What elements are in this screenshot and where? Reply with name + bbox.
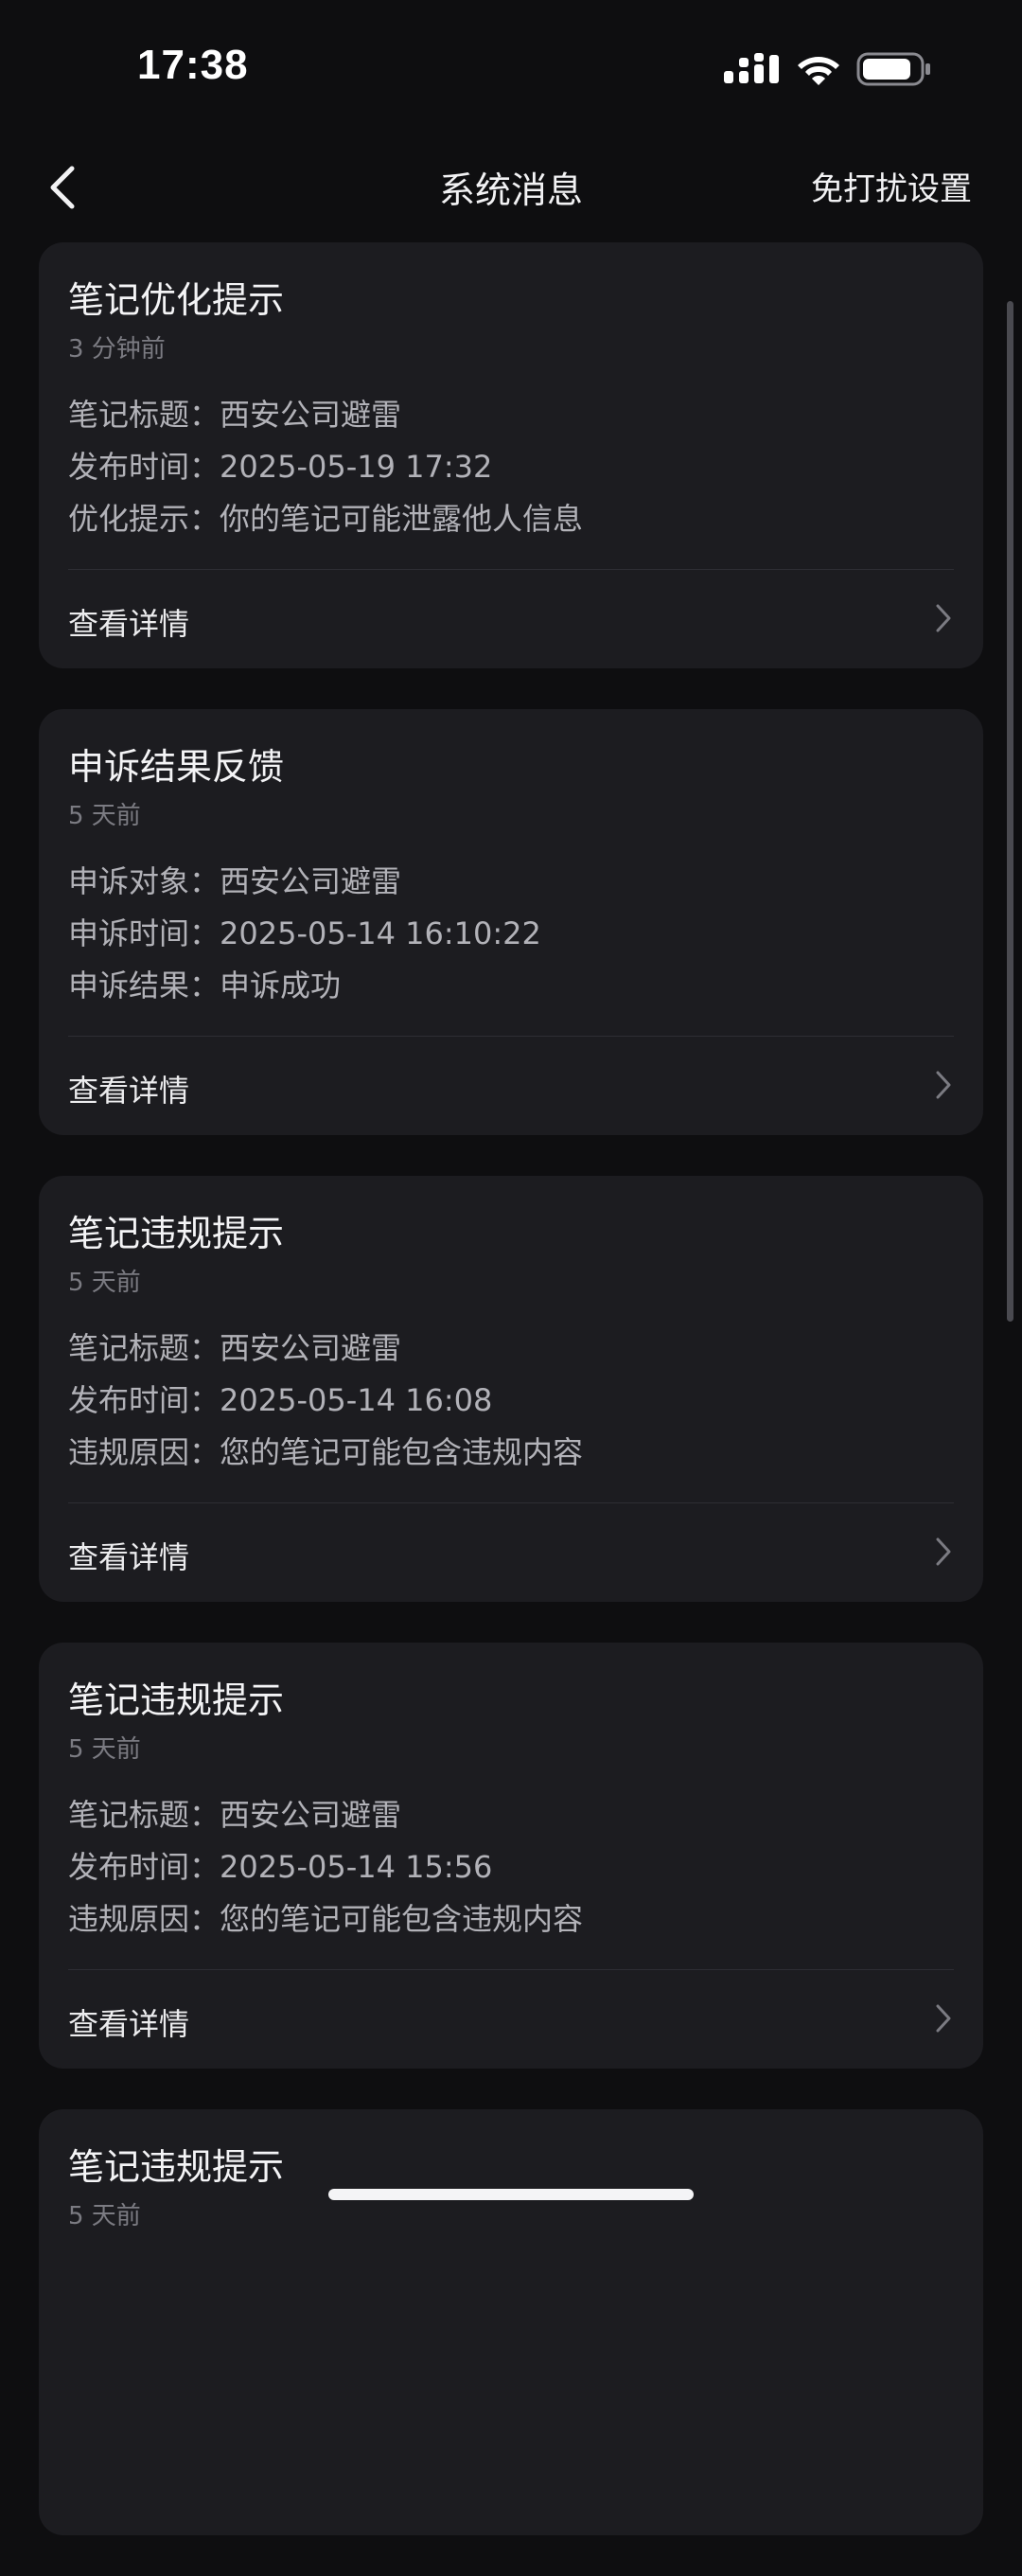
field-label: 申诉时间： xyxy=(68,915,220,951)
view-details-label: 查看详情 xyxy=(68,2006,190,2042)
field-value: 西安公司避雷 xyxy=(220,397,402,433)
field-label: 申诉结果： xyxy=(68,968,220,1004)
view-details-button[interactable]: 查看详情 xyxy=(39,1503,983,1602)
chevron-right-icon xyxy=(936,604,951,632)
field-label: 发布时间： xyxy=(68,449,220,485)
scrollbar[interactable] xyxy=(1007,301,1013,1322)
field-label: 发布时间： xyxy=(68,1849,220,1885)
message-field: 发布时间：2025-05-14 15:56 xyxy=(68,1843,492,1887)
message-card: 笔记违规提示 5 天前 笔记标题：西安公司避雷 发布时间：2025-05-14 … xyxy=(39,1643,983,2069)
view-details-button[interactable]: 查看详情 xyxy=(39,1970,983,2069)
message-field: 发布时间：2025-05-19 17:32 xyxy=(68,443,492,487)
view-details-label: 查看详情 xyxy=(68,1539,190,1575)
message-field: 笔记标题：西安公司避雷 xyxy=(68,1791,401,1835)
chevron-right-icon xyxy=(936,2004,951,2033)
field-value: 你的笔记可能泄露他人信息 xyxy=(220,501,584,537)
battery-icon xyxy=(856,52,930,86)
do-not-disturb-settings-button[interactable]: 免打扰设置 xyxy=(811,163,972,209)
nav-bar: 系统消息 免打扰设置 xyxy=(0,133,1022,237)
home-indicator[interactable] xyxy=(328,2189,694,2200)
field-value: 2025-05-14 16:08 xyxy=(220,1382,493,1418)
chevron-right-icon xyxy=(936,1071,951,1099)
field-label: 笔记标题： xyxy=(68,397,220,433)
message-field: 笔记标题：西安公司避雷 xyxy=(68,391,401,435)
view-details-label: 查看详情 xyxy=(68,606,190,642)
view-details-button[interactable]: 查看详情 xyxy=(39,1037,983,1135)
field-label: 发布时间： xyxy=(68,1382,220,1418)
message-time: 5 天前 xyxy=(68,802,141,830)
message-field: 优化提示：你的笔记可能泄露他人信息 xyxy=(68,495,583,539)
status-time: 17:38 xyxy=(137,42,249,88)
message-title: 笔记违规提示 xyxy=(68,1213,285,1254)
message-title: 申诉结果反馈 xyxy=(68,746,285,788)
view-details-label: 查看详情 xyxy=(68,1073,190,1109)
field-label: 笔记标题： xyxy=(68,1797,220,1833)
field-value: 您的笔记可能包含违规内容 xyxy=(220,1434,584,1470)
field-label: 优化提示： xyxy=(68,501,220,537)
field-value: 您的笔记可能包含违规内容 xyxy=(220,1901,584,1937)
message-field: 笔记标题：西安公司避雷 xyxy=(68,1324,401,1368)
message-card: 笔记违规提示 5 天前 笔记标题：西安公司避雷 发布时间：2025-05-14 … xyxy=(39,1176,983,1602)
message-card: 申诉结果反馈 5 天前 申诉对象：西安公司避雷 申诉时间：2025-05-14 … xyxy=(39,709,983,1135)
field-label: 申诉对象： xyxy=(68,863,220,899)
message-field: 申诉对象：西安公司避雷 xyxy=(68,858,401,901)
chevron-right-icon xyxy=(936,1537,951,1566)
field-label: 违规原因： xyxy=(68,1901,220,1937)
field-value: 西安公司避雷 xyxy=(220,1330,402,1366)
message-field: 发布时间：2025-05-14 16:08 xyxy=(68,1377,492,1420)
field-value: 西安公司避雷 xyxy=(220,1797,402,1833)
message-title: 笔记优化提示 xyxy=(68,279,285,321)
message-list: 笔记优化提示 3 分钟前 笔记标题：西安公司避雷 发布时间：2025-05-19… xyxy=(39,242,983,2576)
field-value: 2025-05-14 16:10:22 xyxy=(220,915,541,951)
field-value: 西安公司避雷 xyxy=(220,863,402,899)
status-bar: 17:38 xyxy=(0,0,1022,133)
message-field: 违规原因：您的笔记可能包含违规内容 xyxy=(68,1429,583,1472)
message-time: 3 分钟前 xyxy=(68,335,166,364)
message-time: 5 天前 xyxy=(68,1735,141,1764)
message-title: 笔记违规提示 xyxy=(68,2146,285,2188)
field-value: 2025-05-19 17:32 xyxy=(220,449,493,485)
message-card: 笔记优化提示 3 分钟前 笔记标题：西安公司避雷 发布时间：2025-05-19… xyxy=(39,242,983,668)
field-label: 笔记标题： xyxy=(68,1330,220,1366)
field-value: 2025-05-14 15:56 xyxy=(220,1849,493,1885)
field-label: 违规原因： xyxy=(68,1434,220,1470)
view-details-button[interactable]: 查看详情 xyxy=(39,570,983,668)
message-field: 申诉结果：申诉成功 xyxy=(68,962,341,1005)
wifi-icon xyxy=(798,57,839,85)
message-title: 笔记违规提示 xyxy=(68,1679,285,1721)
message-field: 违规原因：您的笔记可能包含违规内容 xyxy=(68,1895,583,1939)
field-value: 申诉成功 xyxy=(220,968,342,1004)
cellular-signal-icon xyxy=(724,53,779,83)
message-time: 5 天前 xyxy=(68,2202,141,2230)
message-card: 笔记违规提示 5 天前 xyxy=(39,2109,983,2535)
message-time: 5 天前 xyxy=(68,1269,141,1297)
message-field: 申诉时间：2025-05-14 16:10:22 xyxy=(68,910,541,953)
